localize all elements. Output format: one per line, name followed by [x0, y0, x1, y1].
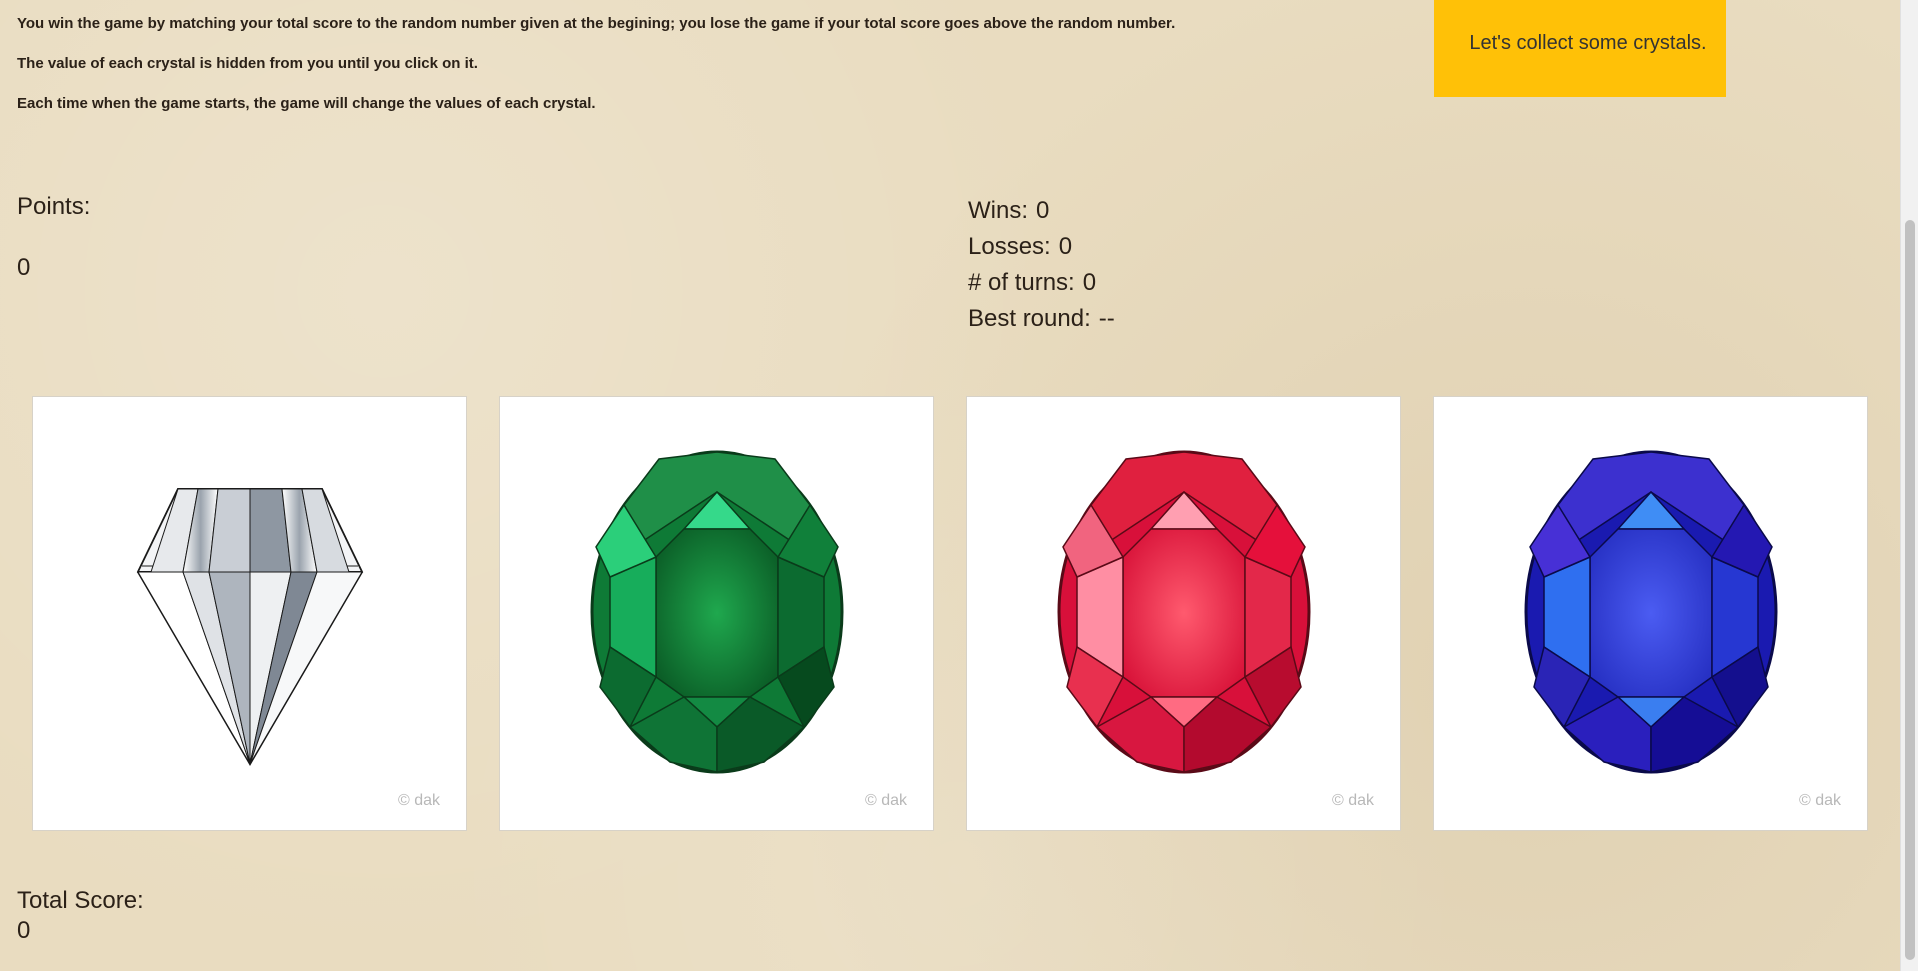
crystal-watermark: © dak	[864, 792, 907, 809]
total-score-label: Total Score:	[17, 887, 144, 914]
best-round-value: --	[1098, 305, 1115, 332]
ruby-icon	[1057, 450, 1311, 774]
instruction-hidden-values: The value of each crystal is hidden from…	[17, 55, 478, 72]
crystal-watermark: © dak	[397, 792, 440, 809]
emerald-icon	[590, 450, 844, 774]
crystal-watermark: © dak	[1331, 792, 1374, 809]
points-value: 0	[17, 254, 31, 281]
wins-value: 0	[1036, 197, 1050, 224]
instruction-win-lose: You win the game by matching your total …	[17, 15, 1176, 32]
losses-stat: Losses: 0	[968, 229, 1115, 265]
crystal-sapphire-button[interactable]: © dak	[1433, 396, 1868, 831]
sapphire-icon	[1524, 450, 1778, 774]
status-banner: Let's collect some crystals.	[1434, 0, 1726, 97]
wins-stat: Wins: 0	[968, 193, 1115, 229]
wins-label: Wins:	[968, 197, 1028, 224]
turns-value: 0	[1082, 269, 1097, 296]
losses-label: Losses:	[968, 233, 1051, 260]
crystal-emerald-button[interactable]: © dak	[499, 396, 934, 831]
losses-value: 0	[1058, 233, 1073, 260]
diamond-icon	[136, 488, 364, 766]
crystal-row: © dak © dak © dak © dak	[32, 396, 1868, 831]
instruction-value-change: Each time when the game starts, the game…	[17, 95, 596, 112]
best-round-label: Best round:	[968, 305, 1091, 332]
stats-panel: Wins: 0 Losses: 0 # of turns: 0 Best rou…	[968, 193, 1115, 337]
instructions: You win the game by matching your total …	[17, 12, 1207, 132]
total-score-value: 0	[17, 917, 31, 944]
best-round-stat: Best round: --	[968, 301, 1115, 337]
crystal-diamond-button[interactable]: © dak	[32, 396, 467, 831]
crystal-ruby-button[interactable]: © dak	[966, 396, 1401, 831]
turns-stat: # of turns: 0	[968, 265, 1115, 301]
game-page: You win the game by matching your total …	[0, 0, 1900, 971]
vertical-scrollbar[interactable]	[1900, 0, 1918, 971]
points-label: Points:	[17, 193, 91, 220]
banner-text: Let's collect some crystals.	[1469, 32, 1707, 54]
crystal-watermark: © dak	[1798, 792, 1841, 809]
scrollbar-thumb[interactable]	[1905, 220, 1915, 960]
turns-label: # of turns:	[968, 269, 1075, 296]
